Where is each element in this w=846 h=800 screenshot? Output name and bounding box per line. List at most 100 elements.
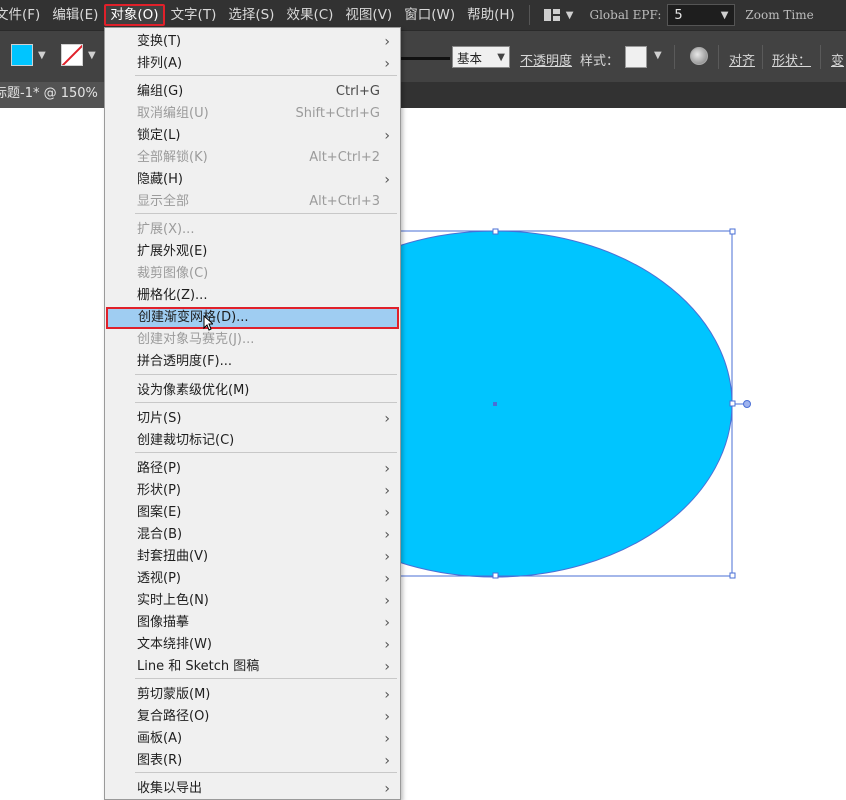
menu-item-create-gradient-mesh[interactable]: 创建渐变网格(D)...: [106, 307, 399, 329]
menu-object[interactable]: 对象(O): [104, 4, 165, 26]
chevron-down-icon: ▼: [497, 51, 505, 63]
selection-handle: [729, 228, 736, 235]
chevron-down-icon: ▼: [565, 9, 574, 21]
menu-item-ungroup[interactable]: 取消编组(U) Shift+Ctrl+G: [105, 103, 400, 125]
menu-edit[interactable]: 编辑(E): [46, 4, 104, 26]
global-epf-select[interactable]: 5 ▼: [667, 4, 736, 26]
submenu-arrow-icon: ›: [384, 411, 390, 427]
menu-item-label: 复合路径(O): [137, 709, 210, 724]
menu-separator: [135, 678, 397, 679]
menu-effect[interactable]: 效果(C): [280, 4, 339, 26]
menu-item-expand[interactable]: 扩展(X)...: [105, 219, 400, 241]
menu-item-lock[interactable]: 锁定(L) ›: [105, 125, 400, 147]
menu-view[interactable]: 视图(V): [339, 4, 398, 26]
submenu-arrow-icon: ›: [384, 659, 390, 675]
selection-handle: [492, 572, 499, 579]
graphic-style-swatch[interactable]: [625, 46, 647, 68]
divider: [674, 45, 675, 69]
menu-item-shape[interactable]: 形状(P) ›: [105, 480, 400, 502]
submenu-arrow-icon: ›: [384, 483, 390, 499]
menu-item-collect-for-export[interactable]: 收集以导出 ›: [105, 778, 400, 800]
menu-item-rasterize[interactable]: 栅格化(Z)...: [105, 285, 400, 307]
stroke-color-swatch[interactable]: [61, 44, 83, 66]
menu-item-create-object-mosaic[interactable]: 创建对象马赛克(J)...: [105, 329, 400, 351]
object-menu-dropdown: 变换(T) › 排列(A) › 编组(G) Ctrl+G 取消编组(U) Shift+Ctrl…: [104, 27, 401, 800]
menu-item-crop-image[interactable]: 裁剪图像(C): [105, 263, 400, 285]
menu-file[interactable]: 文件(F): [0, 4, 46, 26]
menu-select[interactable]: 选择(S): [222, 4, 280, 26]
menu-item-group[interactable]: 编组(G) Ctrl+G: [105, 81, 400, 103]
submenu-arrow-icon: ›: [384, 56, 390, 72]
submenu-arrow-icon: ›: [384, 527, 390, 543]
menu-item-text-wrap[interactable]: 文本绕排(W) ›: [105, 634, 400, 656]
menu-item-label: 锁定(L): [137, 128, 181, 143]
menu-separator: [135, 75, 397, 76]
menu-separator: [135, 402, 397, 403]
global-epf-label: Global EPF:: [589, 8, 662, 22]
opacity-link[interactable]: 不透明度: [520, 50, 572, 69]
menu-item-label: 实时上色(N): [137, 593, 209, 608]
menu-item-label: 编组(G): [137, 84, 184, 99]
transform-link[interactable]: 变: [831, 50, 844, 69]
menu-help[interactable]: 帮助(H): [461, 4, 521, 26]
menu-item-label: 形状(P): [137, 483, 181, 498]
menu-item-artboards[interactable]: 画板(A) ›: [105, 728, 400, 750]
selection-handle: [729, 400, 736, 407]
menu-item-blend[interactable]: 混合(B) ›: [105, 524, 400, 546]
chevron-down-icon[interactable]: ▼: [654, 50, 662, 61]
menu-item-create-trim-marks[interactable]: 创建裁切标记(C): [105, 430, 400, 452]
menu-item-line-and-sketch-art[interactable]: Line 和 Sketch 图稿 ›: [105, 656, 400, 678]
menu-item-slice[interactable]: 切片(S) ›: [105, 408, 400, 430]
menu-item-label: 图表(R): [137, 753, 183, 768]
menu-item-make-pixel-perfect[interactable]: 设为像素级优化(M): [105, 380, 400, 402]
menu-item-envelope-distort[interactable]: 封套扭曲(V) ›: [105, 546, 400, 568]
menu-item-shortcut: Alt+Ctrl+2: [309, 150, 380, 165]
menu-item-graph[interactable]: 图表(R) ›: [105, 750, 400, 772]
menu-item-perspective[interactable]: 透视(P) ›: [105, 568, 400, 590]
menu-item-label: 拼合透明度(F)...: [137, 354, 233, 369]
menu-item-label: 栅格化(Z)...: [137, 288, 208, 303]
chevron-down-icon[interactable]: ▼: [38, 50, 46, 61]
menu-item-label: 切片(S): [137, 411, 182, 426]
chevron-down-icon[interactable]: ▼: [88, 50, 96, 61]
menu-item-label: 隐藏(H): [137, 172, 183, 187]
workspace-switcher[interactable]: ▼: [538, 9, 580, 21]
brush-definition-select[interactable]: 基本 ▼: [452, 46, 510, 68]
menu-window[interactable]: 窗口(W): [398, 4, 461, 26]
menu-item-label: 设为像素级优化(M): [137, 383, 250, 398]
submenu-arrow-icon: ›: [384, 571, 390, 587]
recolor-artwork-icon[interactable]: [690, 47, 708, 65]
menu-item-live-paint[interactable]: 实时上色(N) ›: [105, 590, 400, 612]
submenu-arrow-icon: ›: [384, 549, 390, 565]
submenu-arrow-icon: ›: [384, 731, 390, 747]
submenu-arrow-icon: ›: [384, 593, 390, 609]
menu-item-shortcut: Alt+Ctrl+3: [309, 194, 380, 209]
menu-item-unlock-all[interactable]: 全部解锁(K) Alt+Ctrl+2: [105, 147, 400, 169]
submenu-arrow-icon: ›: [384, 637, 390, 653]
menu-item-label: 创建对象马赛克(J)...: [137, 332, 255, 347]
variable-width-profile-preview: [400, 57, 450, 60]
menu-item-clipping-mask[interactable]: 剪切蒙版(M) ›: [105, 684, 400, 706]
submenu-arrow-icon: ›: [384, 172, 390, 188]
submenu-arrow-icon: ›: [384, 34, 390, 50]
menu-item-label: 路径(P): [137, 461, 181, 476]
menu-item-transform[interactable]: 变换(T) ›: [105, 31, 400, 53]
menu-item-path[interactable]: 路径(P) ›: [105, 458, 400, 480]
menu-type[interactable]: 文字(T): [165, 4, 223, 26]
menu-item-label: 文本绕排(W): [137, 637, 212, 652]
menu-item-hide[interactable]: 隐藏(H) ›: [105, 169, 400, 191]
menu-item-expand-appearance[interactable]: 扩展外观(E): [105, 241, 400, 263]
menu-item-arrange[interactable]: 排列(A) ›: [105, 53, 400, 75]
menu-item-label: 创建裁切标记(C): [137, 433, 235, 448]
brush-definition-value: 基本: [457, 50, 483, 66]
menu-item-flatten-transparency[interactable]: 拼合透明度(F)...: [105, 351, 400, 373]
submenu-arrow-icon: ›: [384, 753, 390, 769]
shape-link[interactable]: 形状：: [772, 50, 811, 69]
document-tab[interactable]: 标题-1* @ 150%: [0, 82, 104, 108]
menu-item-compound-path[interactable]: 复合路径(O) ›: [105, 706, 400, 728]
align-link[interactable]: 对齐: [729, 50, 755, 69]
menu-item-image-trace[interactable]: 图像描摹 ›: [105, 612, 400, 634]
menu-item-pattern[interactable]: 图案(E) ›: [105, 502, 400, 524]
fill-color-swatch[interactable]: [11, 44, 33, 66]
menu-item-show-all[interactable]: 显示全部 Alt+Ctrl+3: [105, 191, 400, 213]
